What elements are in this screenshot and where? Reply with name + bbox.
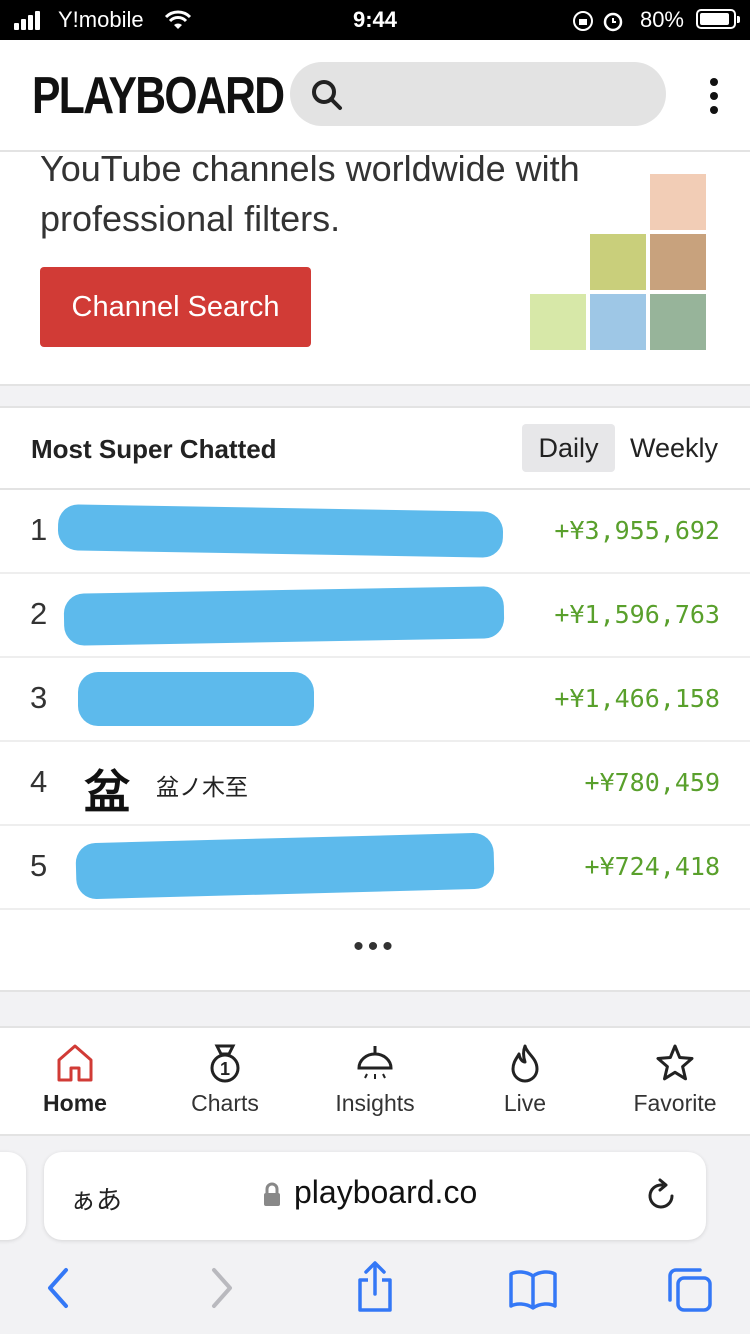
ranking-row[interactable]: 3 +¥1,466,158	[0, 658, 750, 742]
previous-tab-stub[interactable]	[0, 1152, 26, 1240]
orientation-lock-icon	[573, 11, 593, 31]
alarm-icon	[603, 12, 623, 32]
channel-thumbnail	[590, 234, 646, 290]
channel-thumbnail	[590, 294, 646, 350]
site-header: PLAYBOARD	[0, 40, 750, 152]
bookmarks-icon[interactable]	[508, 1268, 558, 1310]
nav-home-label: Home	[43, 1090, 107, 1116]
battery-percent: 80%	[639, 7, 684, 32]
show-more-button[interactable]: •••	[0, 912, 750, 990]
status-bar: Y!mobile 9:44 80%	[0, 0, 750, 40]
search-input[interactable]	[290, 62, 666, 126]
address-bar[interactable]: ぁあ playboard.co	[44, 1152, 706, 1240]
rank-number: 3	[30, 680, 48, 715]
medal-icon: 1	[210, 1044, 240, 1083]
superchat-amount: +¥724,418	[584, 852, 720, 881]
tab-weekly[interactable]: Weekly	[630, 424, 718, 472]
redaction-mark	[75, 832, 495, 900]
battery-icon	[696, 9, 740, 29]
nav-charts[interactable]: 1 Charts	[150, 1042, 300, 1117]
channel-thumbnail	[650, 234, 706, 290]
ranking-list: 1 +¥3,955,692 2 +¥1,596,763 3 +¥1,466,15…	[0, 488, 750, 910]
nav-home[interactable]: Home	[0, 1042, 150, 1117]
lock-icon	[264, 1182, 280, 1206]
promo-section: YouTube channels worldwide with professi…	[0, 148, 750, 386]
tabs-icon[interactable]	[666, 1266, 714, 1314]
search-icon	[312, 80, 342, 110]
rank-number: 5	[30, 848, 48, 883]
nav-insights-label: Insights	[335, 1090, 415, 1116]
rank-number: 4	[30, 764, 48, 799]
card-title: Most Super Chatted	[31, 434, 277, 464]
back-icon[interactable]	[44, 1266, 74, 1310]
ranking-row[interactable]: 2 +¥1,596,763	[0, 574, 750, 658]
superchat-amount: +¥780,459	[584, 768, 720, 797]
ranking-row[interactable]: 4 盆 盆ノ木至 +¥780,459	[0, 742, 750, 826]
channel-thumbnail	[650, 174, 706, 230]
channel-thumbnail	[530, 294, 586, 350]
channel-avatar: 盆	[84, 765, 130, 819]
tab-daily[interactable]: Daily	[522, 424, 615, 472]
star-icon	[656, 1044, 694, 1081]
nav-live[interactable]: Live	[450, 1042, 600, 1117]
clock: 9:44	[352, 7, 398, 32]
browser-chrome: ぁあ playboard.co	[0, 1136, 750, 1334]
playboard-logo[interactable]: PLAYBOARD	[32, 66, 285, 126]
rank-number: 1	[30, 512, 48, 547]
url-text[interactable]: playboard.co	[294, 1174, 477, 1211]
redaction-mark	[57, 504, 504, 558]
channel-thumbnail	[650, 294, 706, 350]
channel-search-button[interactable]: Channel Search	[40, 267, 311, 347]
redaction-mark	[63, 586, 505, 646]
super-chat-ranking-card: Most Super Chatted Daily Weekly 1 +¥3,95…	[0, 406, 750, 992]
svg-text:1: 1	[220, 1059, 230, 1079]
nav-charts-label: Charts	[191, 1090, 259, 1116]
nav-insights[interactable]: Insights	[300, 1042, 450, 1117]
more-menu-icon[interactable]	[710, 78, 718, 120]
redaction-mark	[78, 672, 314, 726]
nav-favorite[interactable]: Favorite	[600, 1042, 750, 1117]
superchat-amount: +¥3,955,692	[554, 516, 720, 545]
nav-favorite-label: Favorite	[633, 1090, 717, 1116]
share-icon[interactable]	[354, 1260, 396, 1314]
ranking-row[interactable]: 1 +¥3,955,692	[0, 490, 750, 574]
flame-icon	[511, 1044, 539, 1083]
nav-live-label: Live	[503, 1090, 547, 1116]
superchat-amount: +¥1,596,763	[554, 600, 720, 629]
reader-options-button[interactable]: ぁあ	[70, 1180, 122, 1217]
rank-number: 2	[30, 596, 48, 631]
home-icon	[57, 1044, 93, 1082]
superchat-amount: +¥1,466,158	[554, 684, 720, 713]
promo-description: YouTube channels worldwide with professi…	[40, 148, 580, 239]
bottom-navigation: Home 1 Charts Insights Live Favorite	[0, 1026, 750, 1136]
lamp-icon	[357, 1046, 393, 1079]
reload-icon[interactable]	[646, 1178, 678, 1212]
channel-name: 盆ノ木至	[156, 774, 248, 800]
ranking-row[interactable]: 5 +¥724,418	[0, 826, 750, 910]
forward-icon[interactable]	[206, 1266, 236, 1310]
